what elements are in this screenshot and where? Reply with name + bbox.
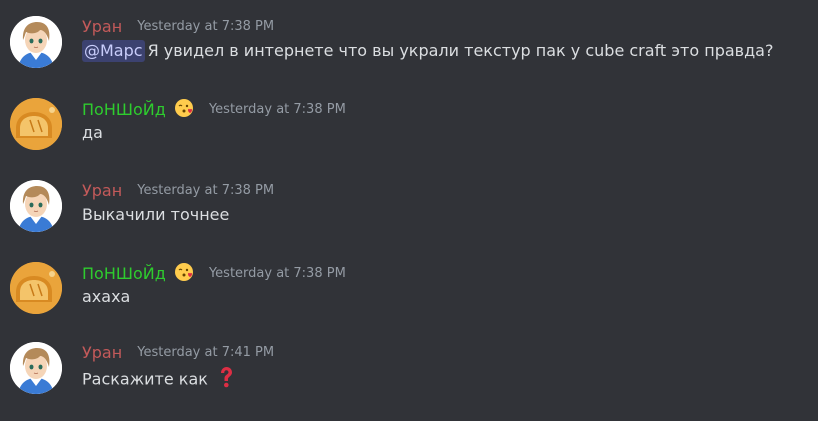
message-timestamp[interactable]: Yesterday at 7:38 PM [209, 99, 346, 121]
author-name[interactable]: Уран [82, 16, 122, 38]
anime-boy-avatar-icon [10, 342, 62, 394]
author-name[interactable]: ПоНШоЙд [82, 263, 166, 285]
anime-boy-avatar-icon [10, 16, 62, 68]
message-timestamp[interactable]: Yesterday at 7:38 PM [137, 16, 274, 38]
avatar-ponshoid[interactable] [10, 98, 62, 150]
bread-avatar-icon [10, 262, 62, 314]
red-question-mark-emoji-icon [217, 366, 235, 394]
message-item: ПоНШоЙд Yesterday at 7:38 PM да [0, 98, 818, 170]
author-name[interactable]: ПоНШоЙд [82, 99, 166, 121]
anime-boy-avatar-icon [10, 180, 62, 232]
avatar-uran[interactable] [10, 342, 62, 394]
message-timestamp[interactable]: Yesterday at 7:41 PM [137, 342, 274, 364]
kissing-heart-emoji-icon [174, 98, 194, 122]
message-content: @Марс Я увидел в интернете что вы украли … [82, 40, 773, 62]
message-item: Уран Yesterday at 7:38 PM Выкачили точне… [0, 180, 818, 252]
message-text: да [82, 123, 103, 142]
message-timestamp[interactable]: Yesterday at 7:38 PM [209, 263, 346, 285]
user-mention[interactable]: @Марс [82, 40, 145, 62]
message-item: ПоНШоЙд Yesterday at 7:38 PM ахаха [0, 262, 818, 334]
message-item: Уран Yesterday at 7:38 PM @Марс Я увидел … [0, 16, 818, 88]
message-text: Я увидел в интернете что вы украли текст… [147, 41, 774, 60]
kissing-heart-emoji-icon [174, 262, 194, 286]
avatar-uran[interactable] [10, 16, 62, 68]
message-text: ахаха [82, 287, 131, 306]
message-text: Выкачили точнее [82, 205, 230, 224]
author-name[interactable]: Уран [82, 180, 122, 202]
message-timestamp[interactable]: Yesterday at 7:38 PM [137, 180, 274, 202]
avatar-uran[interactable] [10, 180, 62, 232]
message-list: Уран Yesterday at 7:38 PM @Марс Я увидел … [0, 0, 818, 421]
author-name[interactable]: Уран [82, 342, 122, 364]
bread-avatar-icon [10, 98, 62, 150]
avatar-ponshoid[interactable] [10, 262, 62, 314]
message-content: Раскажите как [82, 366, 235, 394]
message-item: Уран Yesterday at 7:41 PM Раскажите как [0, 342, 818, 414]
message-text: Раскажите как [82, 369, 208, 389]
